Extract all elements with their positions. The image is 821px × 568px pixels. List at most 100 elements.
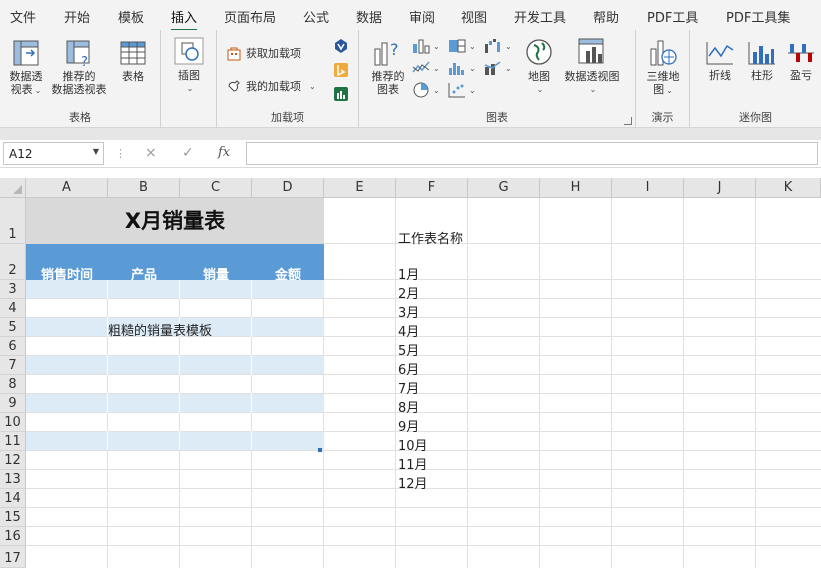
pie-chart-button[interactable]: ⌄ xyxy=(411,82,440,98)
tab-home[interactable]: 开始 xyxy=(64,7,90,26)
line-chart-button[interactable]: ⌄ xyxy=(411,60,440,76)
svg-text:?: ? xyxy=(390,40,399,59)
recommended-pivot-label-2: 数据透视表 xyxy=(51,83,107,96)
pivot-chart-icon xyxy=(578,38,604,64)
sheet-title-cell[interactable]: X月销量表 xyxy=(26,198,324,244)
people-graph-icon[interactable] xyxy=(333,86,349,102)
table-button[interactable]: 表格 xyxy=(114,39,152,83)
3d-map-label-1: 三维地 xyxy=(646,70,680,83)
tab-pdf-tools[interactable]: PDF工具 xyxy=(647,7,698,26)
month-cell[interactable]: 3月 xyxy=(398,302,419,321)
template-note-cell[interactable]: 粗糙的销量表模板 xyxy=(108,320,212,339)
sparkline-winloss-label: 盈亏 xyxy=(790,69,812,82)
line-chart-icon xyxy=(412,61,430,73)
sparkline-line-icon xyxy=(706,42,734,65)
sparkline-line-button[interactable]: 折线 xyxy=(700,40,740,82)
month-cell[interactable]: 5月 xyxy=(398,340,419,359)
recommended-pivot-label-1: 推荐的 xyxy=(62,70,96,83)
spreadsheet-grid: A B C D E F G H I J K 1 2 3 4 5 6 7 8 9 … xyxy=(0,178,821,568)
month-cell[interactable]: 4月 xyxy=(398,321,419,340)
month-cell[interactable]: 2月 xyxy=(398,283,419,302)
ribbon-separator xyxy=(0,128,821,140)
my-addins-label: 我的加载项 xyxy=(246,80,301,93)
month-cell[interactable]: 1月 xyxy=(398,264,419,283)
my-addins-caret-icon: ⌄ xyxy=(309,81,316,91)
sparkline-column-button[interactable]: 柱形 xyxy=(744,40,780,82)
recommended-charts-button[interactable]: ? 推荐的 图表 xyxy=(367,37,409,96)
globe-icon xyxy=(526,39,552,65)
scatter-chart-button[interactable]: ⌄ xyxy=(447,82,476,98)
statistic-chart-button[interactable]: ⌄ xyxy=(447,60,476,76)
pivot-chart-button[interactable]: 数据透视图 ⌄ xyxy=(560,37,624,96)
column-chart-button[interactable]: ⌄ xyxy=(411,38,440,54)
get-addins-button[interactable]: 获取加载项 xyxy=(226,45,301,61)
map-chart-label: 地图 xyxy=(528,70,550,83)
sparkline-winloss-button[interactable]: 盈亏 xyxy=(784,40,818,82)
name-box[interactable]: A12 ▼ xyxy=(3,142,104,165)
tab-view[interactable]: 视图 xyxy=(461,7,487,26)
month-cell[interactable]: 11月 xyxy=(398,454,428,473)
charts-dialog-launcher[interactable] xyxy=(624,117,632,125)
hierarchy-chart-button[interactable]: ⌄ xyxy=(447,38,476,54)
table-label: 表格 xyxy=(122,70,144,83)
menu-bar: 文件 开始 模板 插入 页面布局 公式 数据 审阅 视图 开发工具 帮助 PDF… xyxy=(0,0,821,31)
month-cell[interactable]: 7月 xyxy=(398,378,419,397)
group-illustrations: 插图 ⌄ xyxy=(161,30,217,128)
name-box-dropdown-icon[interactable]: ▼ xyxy=(93,147,99,156)
visio-icon[interactable] xyxy=(333,38,349,54)
map-chart-button[interactable]: 地图 ⌄ xyxy=(519,37,559,96)
formula-input[interactable] xyxy=(246,142,818,165)
month-cell[interactable]: 6月 xyxy=(398,359,419,378)
group-label-sparklines: 迷你图 xyxy=(739,111,772,124)
table-row[interactable] xyxy=(26,356,324,374)
waterfall-chart-button[interactable]: ⌄ xyxy=(483,38,512,54)
sheet-names-label[interactable]: 工作表名称 xyxy=(398,228,463,247)
tab-formulas[interactable]: 公式 xyxy=(303,7,329,26)
table-row[interactable] xyxy=(26,280,324,298)
recommended-charts-label-1: 推荐的 xyxy=(371,70,405,83)
table-resize-handle[interactable] xyxy=(318,448,322,452)
my-addins-button[interactable]: 我的加载项 ⌄ xyxy=(226,78,316,94)
illustrations-label: 插图 xyxy=(178,69,200,82)
waterfall-chart-icon xyxy=(485,39,500,53)
tab-pdf-toolset[interactable]: PDF工具集 xyxy=(726,7,790,26)
get-addins-label: 获取加载项 xyxy=(246,47,301,60)
group-sparklines: 折线 柱形 盈亏 迷你图 xyxy=(690,30,821,128)
illustrations-button[interactable]: 插图 ⌄ xyxy=(169,36,209,95)
tab-developer[interactable]: 开发工具 xyxy=(514,7,566,26)
recommended-charts-icon: ? xyxy=(374,40,399,66)
sparkline-winloss-icon xyxy=(788,44,814,62)
combo-chart-button[interactable]: ⌄ xyxy=(483,60,512,76)
store-icon xyxy=(227,47,241,61)
tab-file[interactable]: 文件 xyxy=(10,7,36,26)
3d-map-button[interactable]: 三维地 图 ⌄ xyxy=(640,37,686,97)
group-addins: 获取加载项 我的加载项 ⌄ 加载项 xyxy=(217,30,359,128)
illustrations-caret-icon: ⌄ xyxy=(186,84,194,93)
sparkline-column-icon xyxy=(748,42,775,65)
column-chart-icon xyxy=(413,39,430,54)
pivot-table-button[interactable]: 数据透 视表 ⌄ xyxy=(4,39,48,97)
group-charts: ? 推荐的 图表 ⌄ ⌄ ⌄ ⌄ ⌄ ⌄ ⌄ ⌄ 地图 ⌄ 数据透视图 ⌄ 图表 xyxy=(359,30,636,128)
tab-help[interactable]: 帮助 xyxy=(593,7,619,26)
month-cell[interactable]: 8月 xyxy=(398,397,419,416)
enter-icon[interactable]: ✓ xyxy=(182,145,194,161)
recommended-charts-label-2: 图表 xyxy=(377,83,399,96)
bing-icon[interactable] xyxy=(333,62,349,78)
tab-data[interactable]: 数据 xyxy=(356,7,382,26)
cancel-icon[interactable]: × xyxy=(145,145,157,161)
tab-templates[interactable]: 模板 xyxy=(118,7,144,26)
tab-insert[interactable]: 插入 xyxy=(171,7,198,31)
recommended-pivot-icon: ? xyxy=(66,40,90,67)
sparkline-column-label: 柱形 xyxy=(751,69,773,82)
month-cell[interactable]: 12月 xyxy=(398,473,428,492)
month-cell[interactable]: 9月 xyxy=(398,416,419,435)
tab-page-layout[interactable]: 页面布局 xyxy=(224,7,276,26)
month-cell[interactable]: 10月 xyxy=(398,435,428,454)
group-label-tables: 表格 xyxy=(69,111,91,124)
insert-function-icon[interactable]: fx xyxy=(218,145,230,160)
recommended-pivot-button[interactable]: ? 推荐的 数据透视表 xyxy=(48,39,110,96)
table-row[interactable] xyxy=(26,394,324,412)
table-row[interactable] xyxy=(26,432,324,450)
my-addins-icon xyxy=(228,80,240,92)
tab-review[interactable]: 审阅 xyxy=(409,7,435,26)
